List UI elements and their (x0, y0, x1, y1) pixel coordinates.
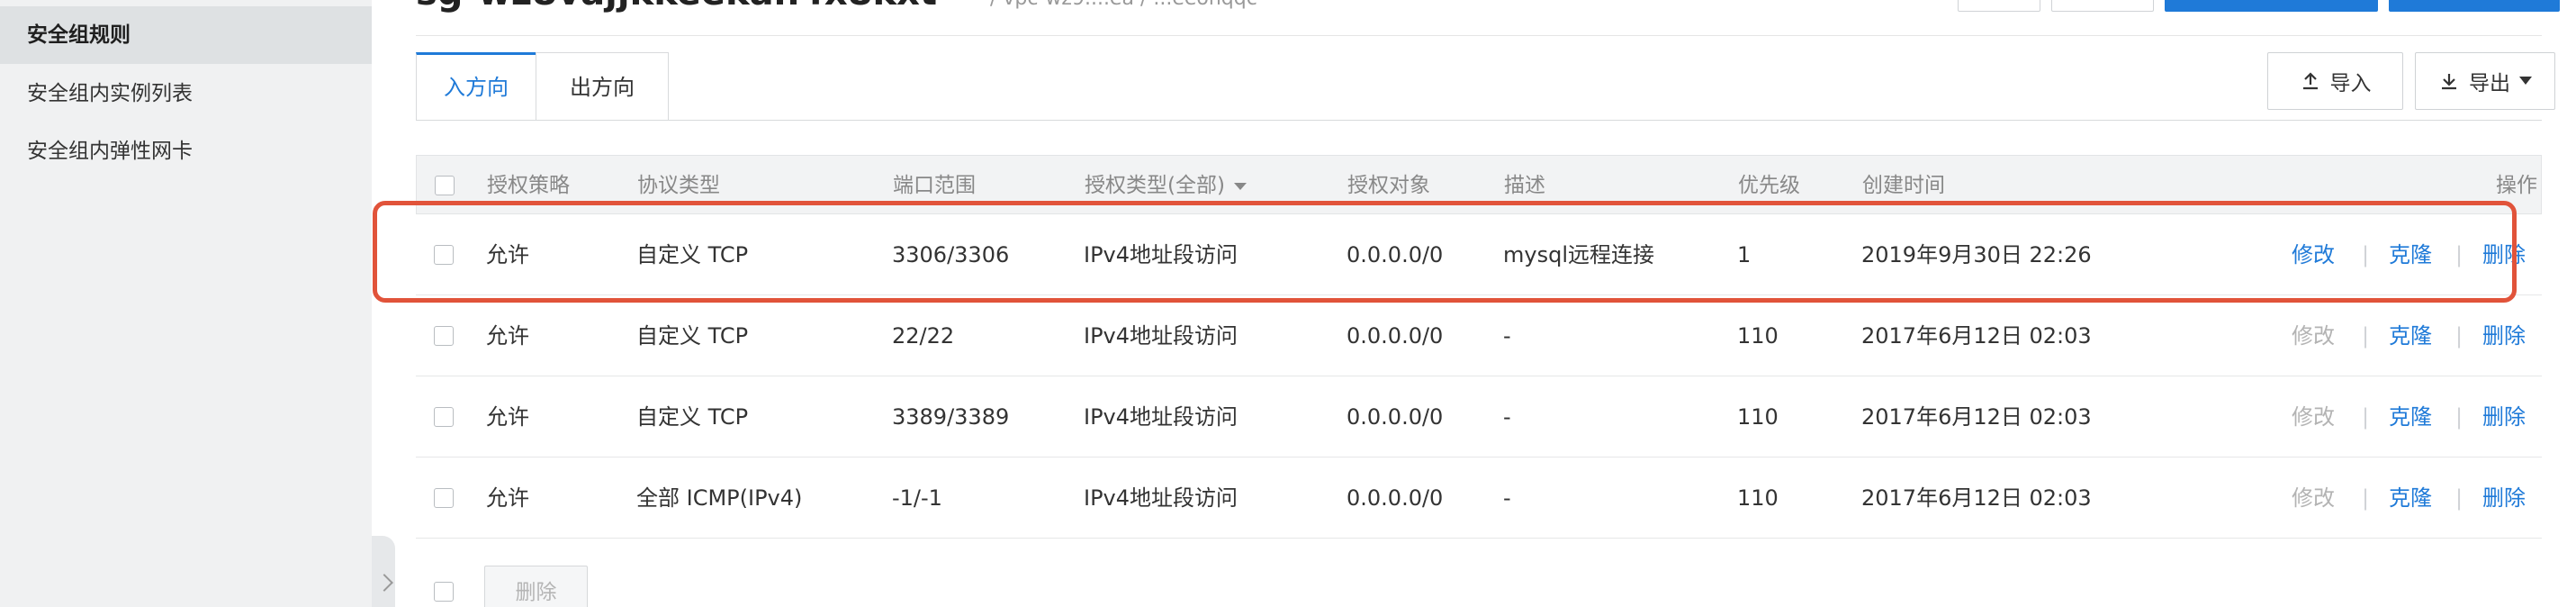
col-auth-type-filter[interactable]: 授权类型(全部) (1085, 156, 1247, 215)
col-priority: 优先级 (1738, 174, 1800, 197)
col-protocol: 协议类型 (637, 174, 720, 197)
cell-protocol: 自定义 TCP (636, 323, 749, 349)
cell-description: - (1503, 323, 1511, 349)
clone-link[interactable]: 克隆 (2389, 376, 2432, 458)
col-auth-type: 授权类型(全部) (1085, 174, 1225, 197)
page-subtitle: / vpc-wz9....ea / ...eeonqqc (990, 0, 1257, 10)
upload-icon (2300, 70, 2321, 92)
table-row: 允许 自定义 TCP 3306/3306 IPv4地址段访问 0.0.0.0/0… (416, 214, 2542, 295)
cell-auth-object: 0.0.0.0/0 (1347, 323, 1444, 349)
sidebar-collapse-handle[interactable] (372, 536, 395, 607)
cell-priority: 110 (1737, 404, 1779, 430)
export-button[interactable]: 导出 (2415, 52, 2555, 110)
cell-auth-object: 0.0.0.0/0 (1347, 485, 1444, 511)
cell-port: 3389/3389 (892, 404, 1010, 430)
col-auth-object: 授权对象 (1347, 174, 1430, 197)
edit-link: 修改 (2292, 323, 2335, 349)
cell-created: 2017年6月12日 02:03 (1861, 485, 2092, 511)
table-row: 允许 自定义 TCP 3389/3389 IPv4地址段访问 0.0.0.0/0… (416, 376, 2542, 458)
col-description: 描述 (1504, 174, 1545, 197)
cell-protocol: 自定义 TCP (636, 242, 749, 267)
col-actions: 操作 (2496, 174, 2537, 197)
cell-description: - (1503, 485, 1511, 511)
cell-port: 22/22 (892, 323, 955, 349)
header-primary-button-2[interactable] (2389, 0, 2560, 12)
sidebar-item-instance-list[interactable]: 安全组内实例列表 (0, 65, 372, 122)
cell-auth-object: 0.0.0.0/0 (1347, 404, 1444, 430)
cell-priority: 110 (1737, 323, 1779, 349)
cell-priority: 110 (1737, 485, 1779, 511)
cell-port: -1/-1 (892, 485, 942, 511)
row-checkbox[interactable] (434, 326, 454, 346)
cell-port: 3306/3306 (892, 242, 1010, 267)
cell-policy: 允许 (486, 242, 529, 267)
cell-policy: 允许 (486, 485, 529, 511)
tab-inbound[interactable]: 入方向 (416, 52, 536, 121)
sidebar-item-elastic-nic[interactable]: 安全组内弹性网卡 (0, 122, 372, 180)
delete-link[interactable]: 删除 (2482, 376, 2526, 458)
cell-policy: 允许 (486, 404, 529, 430)
cell-priority: 1 (1737, 242, 1752, 267)
row-checkbox[interactable] (434, 407, 454, 427)
cell-created: 2017年6月12日 02:03 (1861, 404, 2092, 430)
cell-description: mysql远程连接 (1503, 242, 1654, 267)
cell-policy: 允许 (486, 323, 529, 349)
header-button-1[interactable] (1958, 0, 2040, 12)
chevron-right-icon (375, 574, 393, 592)
page-title: sg-wz8vajjkkeekan4x8kxt (416, 0, 937, 13)
import-button[interactable]: 导入 (2267, 52, 2403, 110)
row-checkbox[interactable] (434, 488, 454, 508)
cell-auth-type: IPv4地址段访问 (1084, 242, 1238, 267)
header-primary-button-1[interactable] (2165, 0, 2378, 12)
cell-auth-object: 0.0.0.0/0 (1347, 242, 1444, 267)
header-button-2[interactable] (2051, 0, 2154, 12)
tabs-divider (416, 120, 2542, 121)
action-separator: | (2455, 485, 2463, 511)
caret-down-icon (1233, 182, 1247, 190)
clone-link[interactable]: 克隆 (2389, 458, 2432, 539)
batch-delete-button: 删除 (484, 566, 588, 607)
caret-down-icon (2519, 77, 2532, 86)
edit-link: 修改 (2292, 485, 2335, 511)
cell-auth-type: IPv4地址段访问 (1084, 323, 1238, 349)
action-separator: | (2362, 485, 2370, 511)
clone-link[interactable]: 克隆 (2389, 295, 2432, 376)
cell-description: - (1503, 404, 1511, 430)
delete-link[interactable]: 删除 (2482, 295, 2526, 376)
export-label: 导出 (2469, 72, 2510, 95)
header-divider (416, 35, 2542, 36)
cell-protocol: 自定义 TCP (636, 404, 749, 430)
action-separator: | (2455, 323, 2463, 349)
action-separator: | (2362, 323, 2370, 349)
table-row: 允许 全部 ICMP(IPv4) -1/-1 IPv4地址段访问 0.0.0.0… (416, 458, 2542, 539)
table-header: 授权策略 协议类型 端口范围 授权类型(全部) 授权对象 描述 优先级 创建时间… (416, 155, 2542, 214)
col-created: 创建时间 (1862, 174, 1945, 197)
cell-auth-type: IPv4地址段访问 (1084, 404, 1238, 430)
cell-protocol: 全部 ICMP(IPv4) (636, 485, 803, 511)
action-separator: | (2362, 242, 2370, 267)
edit-link[interactable]: 修改 (2292, 214, 2335, 295)
tab-outbound[interactable]: 出方向 (536, 52, 669, 121)
sidebar-item-security-group-rules[interactable]: 安全组规则 (0, 6, 372, 64)
select-all-checkbox[interactable] (435, 176, 455, 195)
cell-created: 2019年9月30日 22:26 (1861, 242, 2092, 267)
import-label: 导入 (2329, 72, 2372, 95)
edit-link: 修改 (2292, 404, 2335, 430)
cell-created: 2017年6月12日 02:03 (1861, 323, 2092, 349)
delete-link[interactable]: 删除 (2482, 458, 2526, 539)
sidebar: 安全组规则 安全组内实例列表 安全组内弹性网卡 (0, 0, 372, 607)
clone-link[interactable]: 克隆 (2389, 214, 2432, 295)
delete-link[interactable]: 删除 (2482, 214, 2526, 295)
footer-select-all-checkbox[interactable] (434, 582, 454, 602)
action-separator: | (2455, 404, 2463, 430)
table-row: 允许 自定义 TCP 22/22 IPv4地址段访问 0.0.0.0/0 - 1… (416, 295, 2542, 376)
action-separator: | (2455, 242, 2463, 267)
col-port: 端口范围 (893, 174, 976, 197)
row-checkbox[interactable] (434, 245, 454, 265)
download-icon (2438, 70, 2460, 92)
cell-auth-type: IPv4地址段访问 (1084, 485, 1238, 511)
action-separator: | (2362, 404, 2370, 430)
col-policy: 授权策略 (487, 174, 570, 197)
